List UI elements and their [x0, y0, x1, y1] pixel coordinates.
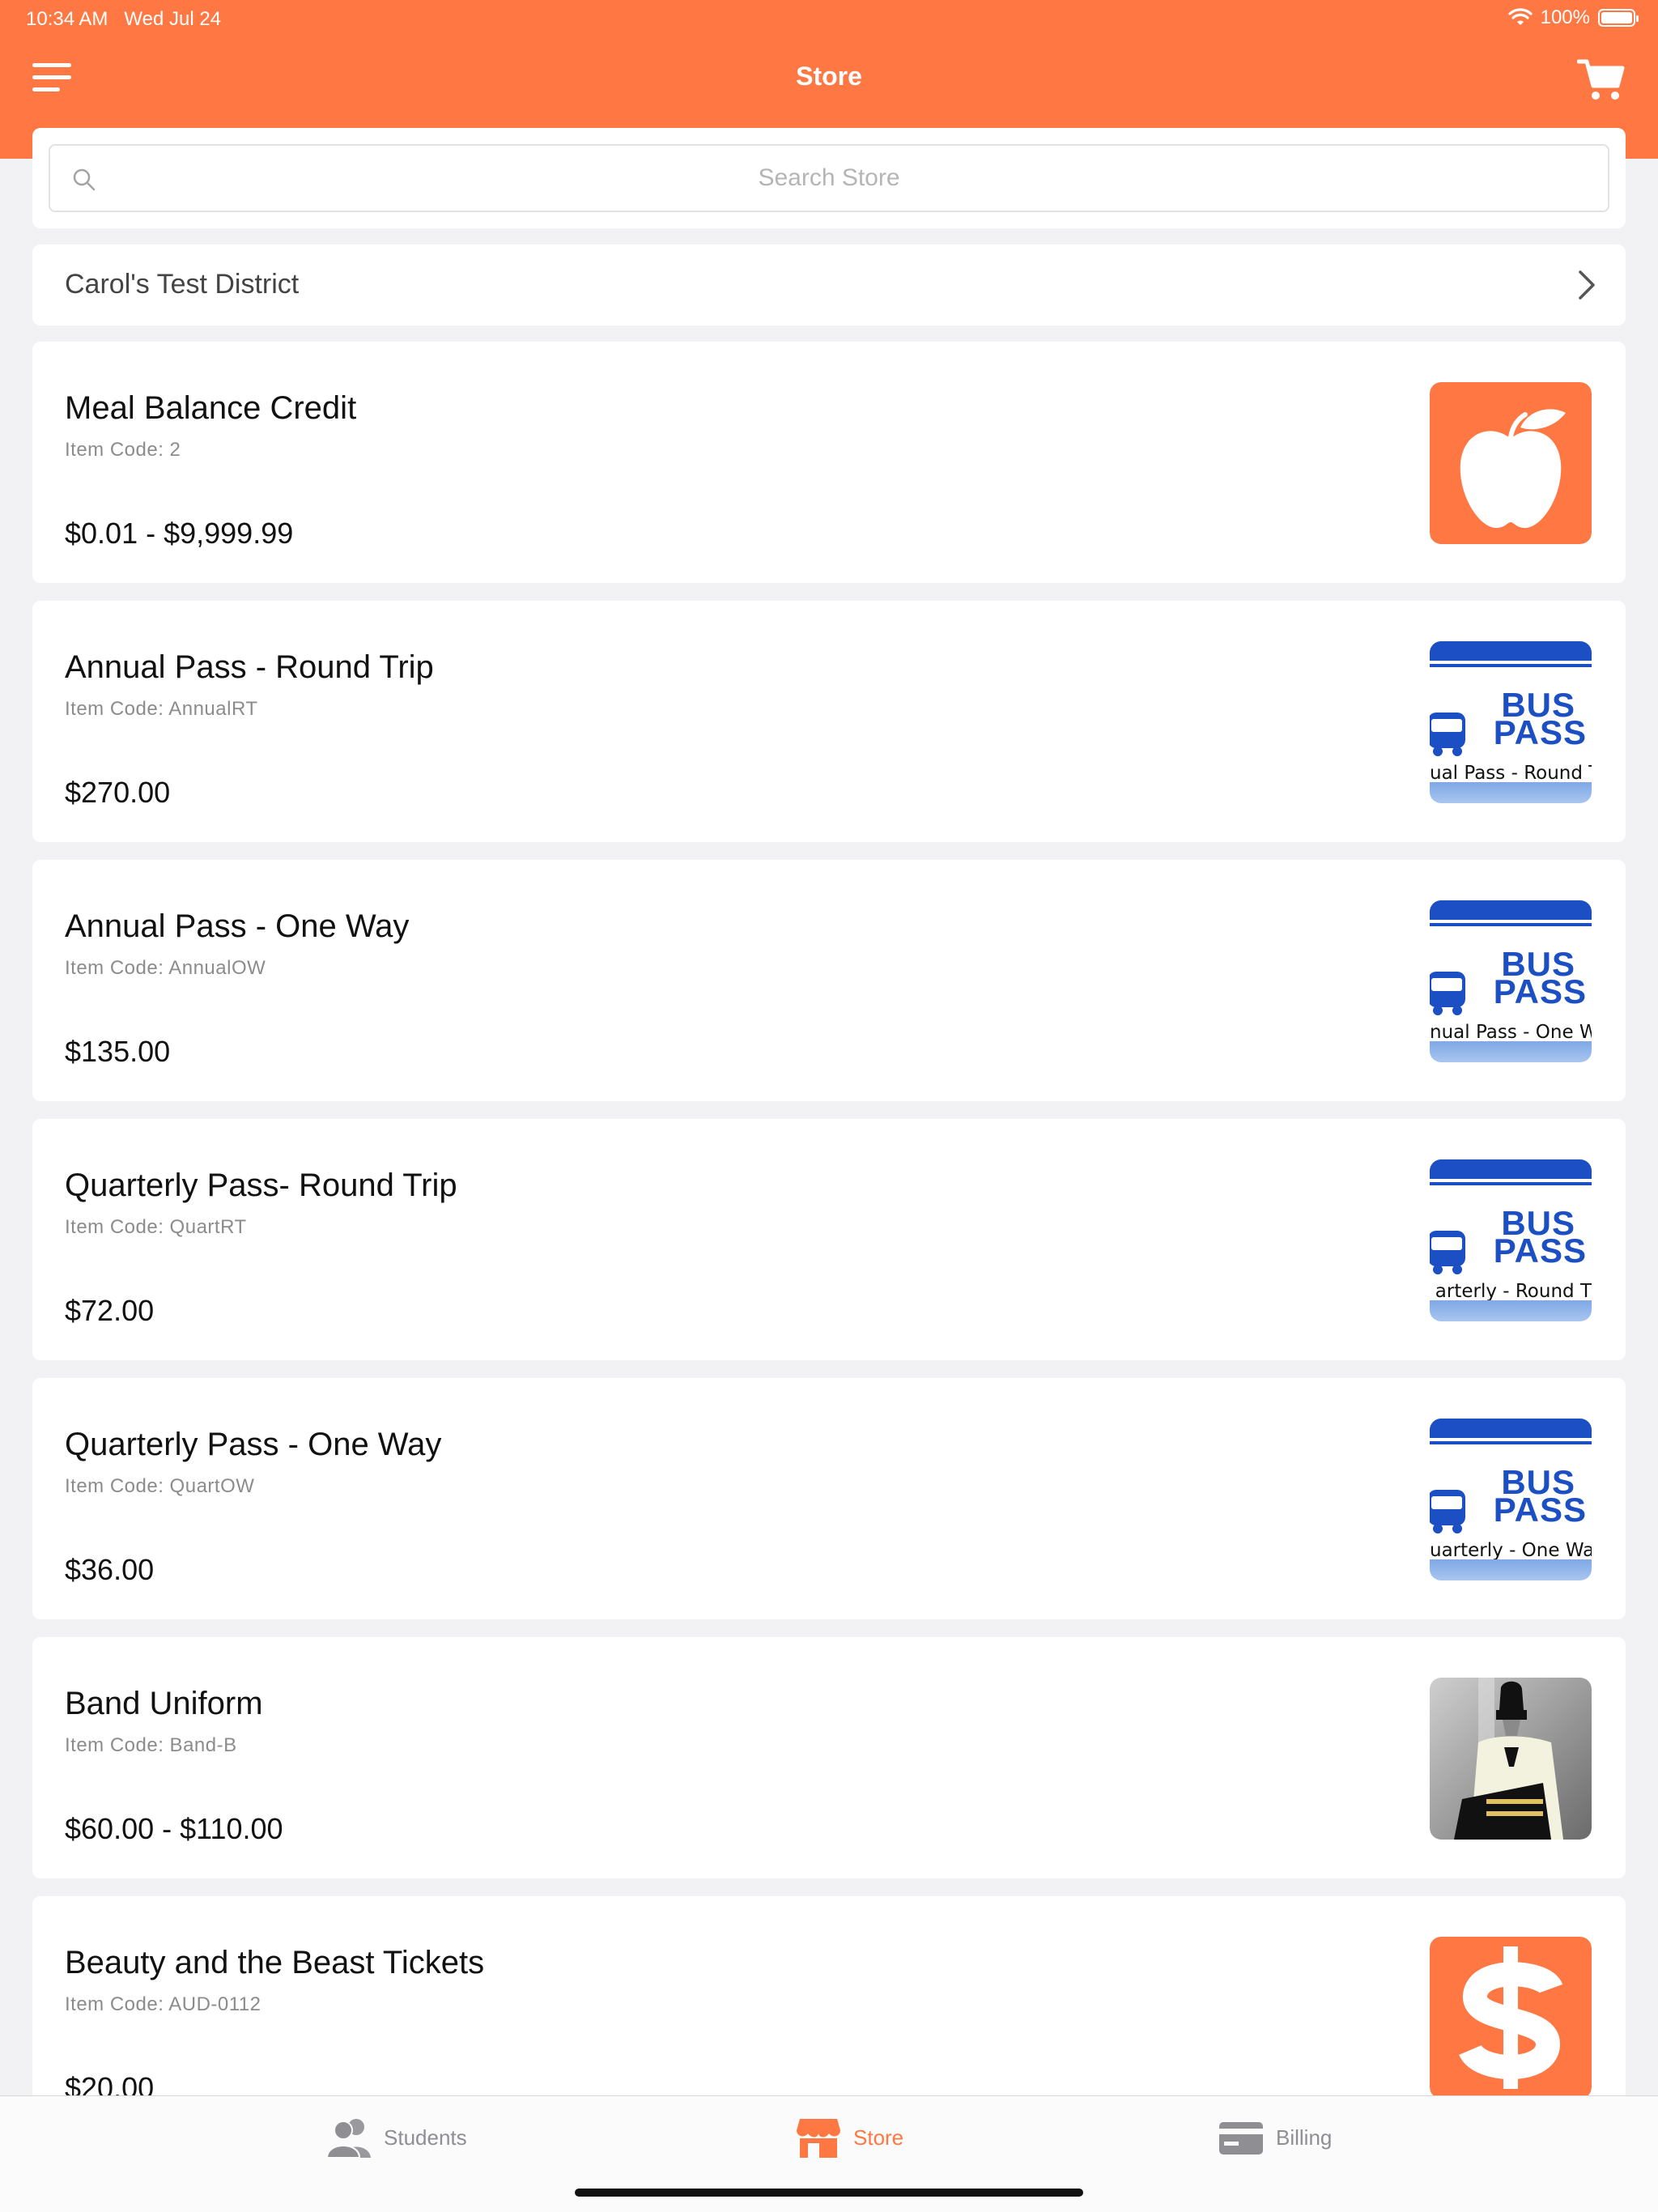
- product-code: Item Code: QuartRT: [65, 1216, 247, 1238]
- product-name: Beauty and the Beast Tickets: [65, 1945, 485, 1980]
- tab-label: Store: [853, 2125, 904, 2150]
- store-icon: [797, 2119, 840, 2158]
- product-price: $60.00 - $110.00: [65, 1812, 283, 1845]
- bus-pass-word: PASS: [1493, 1491, 1587, 1529]
- product-code: Item Code: AnnualRT: [65, 698, 258, 720]
- chevron-right-icon: [1579, 270, 1595, 300]
- product-price: $270.00: [65, 776, 171, 809]
- wifi-icon: [1508, 8, 1533, 25]
- cart-icon[interactable]: [1577, 57, 1626, 102]
- product-code: Item Code: AnnualOW: [65, 957, 266, 979]
- product-price: $72.00: [65, 1294, 155, 1327]
- product-price: $36.00: [65, 1553, 155, 1586]
- product-code: Item Code: Band-B: [65, 1734, 237, 1756]
- product-card[interactable]: Annual Pass - One Way Item Code: AnnualO…: [32, 860, 1626, 1101]
- bus-icon: [1430, 972, 1465, 1015]
- product-name: Meal Balance Credit: [65, 390, 357, 426]
- product-card[interactable]: Quarterly Pass- Round Trip Item Code: Qu…: [32, 1119, 1626, 1360]
- bus-pass-caption: arterly - Round T: [1435, 1281, 1592, 1302]
- search-field[interactable]: [49, 144, 1609, 212]
- page-title: Store: [796, 62, 862, 91]
- product-card[interactable]: Quarterly Pass - One Way Item Code: Quar…: [32, 1378, 1626, 1619]
- product-name: Quarterly Pass - One Way: [65, 1427, 442, 1462]
- product-card[interactable]: Meal Balance Credit Item Code: 2 $0.01 -…: [32, 342, 1626, 583]
- tab-label: Students: [384, 2125, 467, 2150]
- product-card[interactable]: Band Uniform Item Code: Band-B $60.00 - …: [32, 1637, 1626, 1878]
- bus-pass-image: BUS PASS ual Pass - Round T: [1430, 641, 1592, 803]
- band-uniform-photo: [1430, 1678, 1592, 1840]
- bus-pass-caption: nual Pass - One W: [1430, 1022, 1592, 1043]
- bus-pass-caption: uarterly - One Wa: [1430, 1540, 1592, 1561]
- bus-pass-word: PASS: [1493, 972, 1587, 1010]
- battery-percent: 100%: [1540, 6, 1590, 28]
- product-name: Annual Pass - Round Trip: [65, 649, 434, 685]
- billing-icon: [1219, 2122, 1263, 2155]
- product-name: Quarterly Pass- Round Trip: [65, 1168, 457, 1203]
- bus-pass-image: BUS PASS nual Pass - One W: [1430, 900, 1592, 1062]
- bus-pass-image: BUS PASS arterly - Round T: [1430, 1159, 1592, 1321]
- search-input[interactable]: [50, 146, 1608, 211]
- product-code: Item Code: QuartOW: [65, 1475, 255, 1497]
- district-label: Carol's Test District: [65, 269, 300, 300]
- status-indicators: 100%: [1508, 6, 1639, 29]
- bus-pass-image: BUS PASS uarterly - One Wa: [1430, 1419, 1592, 1580]
- product-card[interactable]: Annual Pass - Round Trip Item Code: Annu…: [32, 601, 1626, 842]
- status-time: 10:34 AM Wed Jul 24: [26, 8, 222, 30]
- tab-store[interactable]: Store: [795, 2117, 903, 2158]
- search-card: [32, 128, 1626, 228]
- students-icon: [325, 2119, 371, 2158]
- dollar-icon: [1430, 1937, 1592, 2099]
- product-price: $135.00: [65, 1035, 171, 1068]
- product-name: Annual Pass - One Way: [65, 908, 410, 944]
- search-icon: [73, 168, 96, 191]
- apple-icon: [1430, 382, 1592, 544]
- tab-students[interactable]: Students: [325, 2117, 467, 2158]
- bus-pass-word: PASS: [1493, 713, 1587, 751]
- product-code: Item Code: 2: [65, 439, 181, 461]
- status-bar: 10:34 AM Wed Jul 24 100%: [0, 0, 1658, 39]
- product-code: Item Code: AUD-0112: [65, 1993, 261, 2015]
- bus-icon: [1430, 1231, 1465, 1274]
- product-name: Band Uniform: [65, 1686, 263, 1721]
- district-selector[interactable]: Carol's Test District: [32, 245, 1626, 325]
- bus-pass-word: PASS: [1493, 1231, 1587, 1270]
- bus-icon: [1430, 1490, 1465, 1534]
- bus-pass-caption: ual Pass - Round T: [1430, 763, 1592, 784]
- tab-billing[interactable]: Billing: [1218, 2117, 1332, 2158]
- battery-icon: [1598, 9, 1639, 27]
- tab-label: Billing: [1276, 2125, 1333, 2150]
- bus-icon: [1430, 713, 1465, 756]
- home-indicator[interactable]: [575, 2189, 1083, 2197]
- product-price: $0.01 - $9,999.99: [65, 517, 294, 550]
